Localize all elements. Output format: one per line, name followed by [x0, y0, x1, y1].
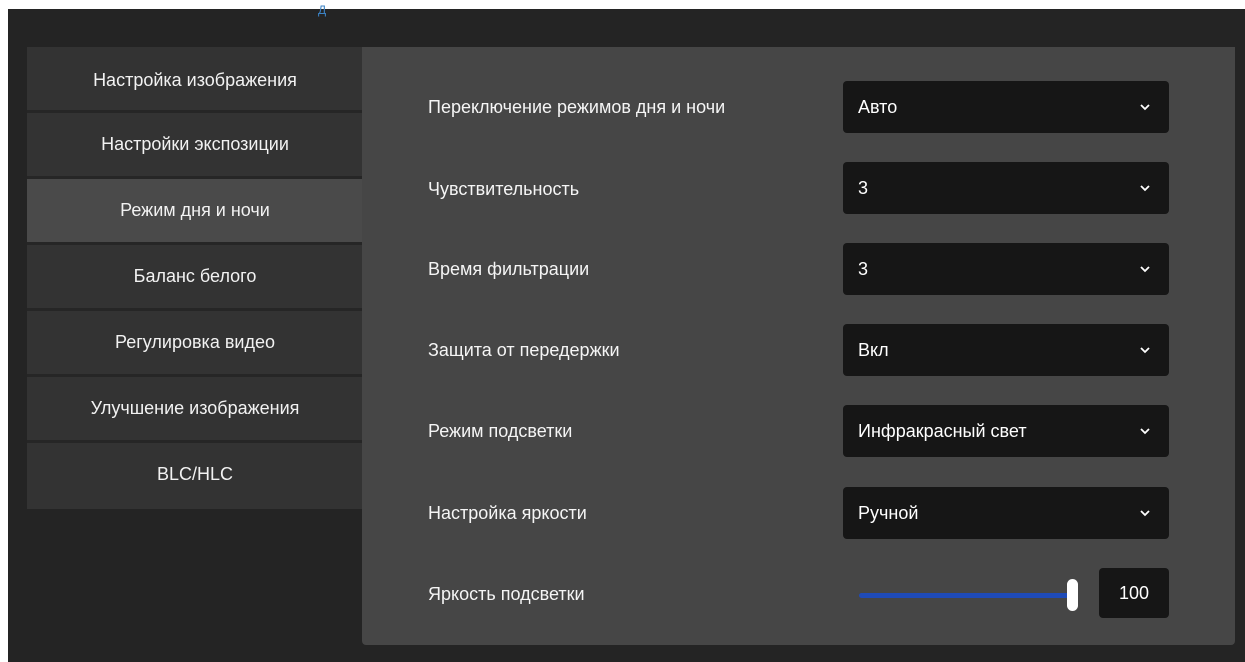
sidebar-item-label: BLC/HLC — [156, 464, 234, 484]
fill-brightness-slider-handle[interactable] — [1067, 579, 1078, 611]
fill-light-select[interactable]: Инфракрасный свет — [843, 405, 1169, 457]
sidebar-item-video-adjustment[interactable]: Регулировка видео — [27, 311, 363, 377]
select-value: Авто — [858, 97, 898, 117]
sidebar-item-label: Улучшение изображения — [90, 398, 300, 418]
sidebar-item-blc-hlc[interactable]: BLC/HLC — [27, 443, 363, 509]
fill-brightness-value-input[interactable]: 100 — [1099, 568, 1169, 618]
day-night-select[interactable]: Авто — [843, 81, 1169, 133]
sidebar-item-label: Баланс белого — [133, 266, 257, 286]
chevron-down-icon — [1140, 428, 1150, 435]
day-night-label: Переключение режимов дня и ночи — [428, 97, 726, 117]
chevron-down-icon — [1140, 510, 1150, 517]
top-link[interactable]: Д — [318, 3, 326, 17]
sidebar-menu: Настройка изображения Настройки экспозиц… — [27, 47, 363, 509]
filter-time-label: Время фильтрации — [428, 259, 590, 279]
select-value: 3 — [858, 178, 869, 198]
sidebar-item-label: Настройка изображения — [93, 70, 297, 90]
select-value: Ручной — [858, 503, 919, 523]
sidebar-item-image-enhancement[interactable]: Улучшение изображения — [27, 377, 363, 443]
overexposure-label: Защита от передержки — [428, 340, 620, 360]
sidebar-item-image-settings[interactable]: Настройка изображения — [27, 47, 363, 113]
sidebar-item-label: Настройки экспозиции — [101, 134, 289, 154]
chevron-down-icon — [1140, 185, 1150, 192]
sensitivity-label: Чувствительность — [428, 179, 580, 199]
sidebar-item-label: Режим дня и ночи — [120, 200, 270, 220]
select-value: Вкл — [858, 340, 889, 360]
brightness-mode-label: Настройка яркости — [428, 503, 587, 523]
sensitivity-select[interactable]: 3 — [843, 162, 1169, 214]
select-value: 3 — [858, 259, 869, 279]
sidebar-item-label: Регулировка видео — [115, 332, 275, 352]
filter-time-select[interactable]: 3 — [843, 243, 1169, 295]
chevron-down-icon — [1140, 347, 1150, 354]
chevron-down-icon — [1140, 104, 1150, 111]
fill-brightness-slider-track[interactable] — [859, 593, 1071, 598]
sidebar-item-white-balance[interactable]: Баланс белого — [27, 245, 363, 311]
brightness-mode-select[interactable]: Ручной — [843, 487, 1169, 539]
sidebar-item-day-night[interactable]: Режим дня и ночи — [27, 179, 363, 245]
sidebar-item-exposure-settings[interactable]: Настройки экспозиции — [27, 113, 363, 179]
select-value: Инфракрасный свет — [858, 421, 1027, 441]
fill-brightness-label: Яркость подсветки — [428, 584, 585, 604]
settings-panel: Переключение режимов дня и ночи Авто Чув… — [362, 47, 1235, 645]
overexposure-select[interactable]: Вкл — [843, 324, 1169, 376]
fill-light-label: Режим подсветки — [428, 421, 573, 441]
chevron-down-icon — [1140, 266, 1150, 273]
